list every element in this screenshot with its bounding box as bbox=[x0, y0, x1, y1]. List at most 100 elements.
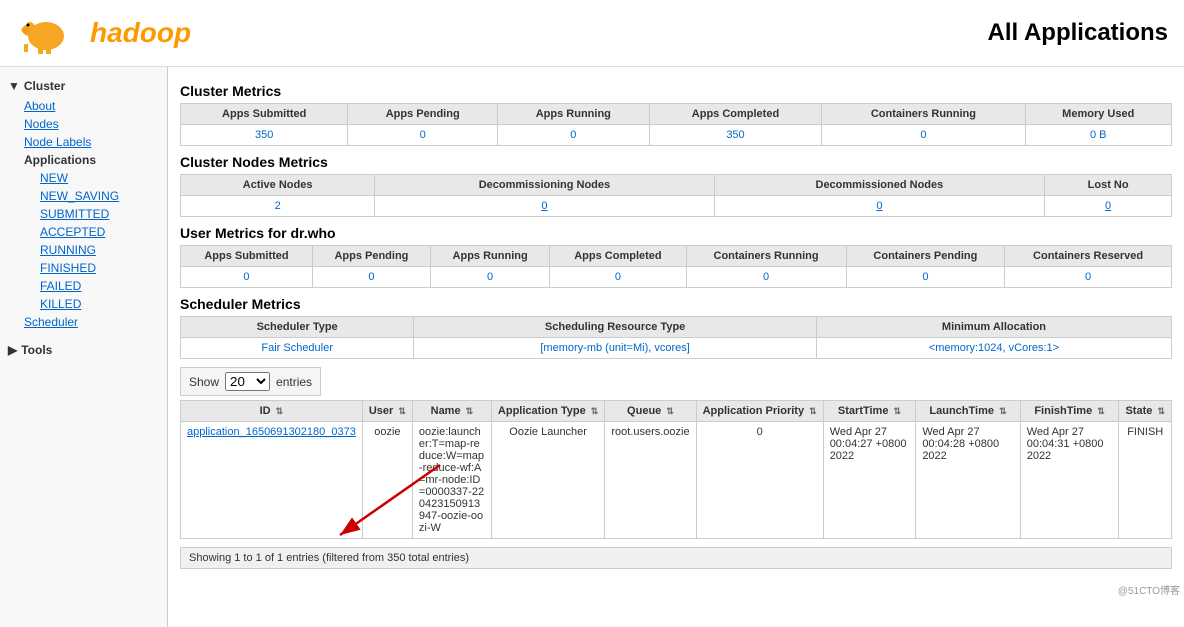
application-id-link[interactable]: application_1650691302180_0373 bbox=[187, 426, 356, 438]
show-entries-row: Show 10 20 25 50 100 entries bbox=[180, 367, 321, 396]
entries-select[interactable]: 10 20 25 50 100 bbox=[225, 372, 270, 391]
sort-icon-type: ⇅ bbox=[591, 406, 599, 417]
sort-icon-name: ⇅ bbox=[466, 406, 474, 417]
content-area: Cluster Metrics Apps Submitted Apps Pend… bbox=[168, 67, 1184, 627]
scheduler-metrics-title: Scheduler Metrics bbox=[180, 296, 1172, 312]
sort-icon-state: ⇅ bbox=[1157, 406, 1165, 417]
sidebar-item-submitted[interactable]: SUBMITTED bbox=[32, 205, 167, 223]
cnm-val-0: 2 bbox=[181, 196, 375, 217]
sm-val-0: Fair Scheduler bbox=[181, 338, 414, 359]
triangle-down-icon: ▼ bbox=[8, 79, 20, 93]
sm-header-2: Minimum Allocation bbox=[816, 317, 1171, 338]
watermark: @51CTO博客 bbox=[1118, 582, 1180, 597]
app-starttime-cell: Wed Apr 27 00:04:27 +0800 2022 bbox=[823, 422, 916, 539]
um-val-2: 0 bbox=[430, 267, 550, 288]
app-launchtime-cell: Wed Apr 27 00:04:28 +0800 2022 bbox=[916, 422, 1020, 539]
sidebar-sub-section: NEW NEW_SAVING SUBMITTED ACCEPTED RUNNIN… bbox=[16, 169, 167, 313]
hadoop-text: hadoop bbox=[90, 17, 191, 49]
show-label: Show bbox=[189, 375, 219, 389]
sm-header-1: Scheduling Resource Type bbox=[414, 317, 817, 338]
footer-status: Showing 1 to 1 of 1 entries (filtered fr… bbox=[180, 547, 1172, 569]
app-queue-cell: root.users.oozie bbox=[605, 422, 696, 539]
header: hadoop All Applications bbox=[0, 0, 1184, 67]
sidebar-section: About Nodes Node Labels Applications NEW… bbox=[0, 97, 167, 331]
cnm-header-0: Active Nodes bbox=[181, 175, 375, 196]
cnm-header-1: Decommissioning Nodes bbox=[375, 175, 714, 196]
sidebar-item-accepted[interactable]: ACCEPTED bbox=[32, 223, 167, 241]
sidebar-item-finished[interactable]: FINISHED bbox=[32, 259, 167, 277]
app-user-cell: oozie bbox=[362, 422, 412, 539]
sidebar-cluster[interactable]: ▼ Cluster bbox=[0, 75, 167, 97]
cm-val-1: 0 bbox=[348, 125, 498, 146]
cluster-nodes-table: Active Nodes Decommissioning Nodes Decom… bbox=[180, 174, 1172, 217]
cm-val-2: 0 bbox=[498, 125, 650, 146]
app-id-cell: application_1650691302180_0373 bbox=[181, 422, 363, 539]
cnm-header-3: Lost No bbox=[1045, 175, 1172, 196]
um-header-1: Apps Pending bbox=[312, 246, 430, 267]
at-header-launchtime[interactable]: LaunchTime ⇅ bbox=[916, 401, 1020, 422]
um-val-6: 0 bbox=[1005, 267, 1172, 288]
cm-header-5: Memory Used bbox=[1025, 104, 1172, 125]
sort-icon-priority: ⇅ bbox=[809, 406, 817, 417]
applications-table-wrapper: ID ⇅ User ⇅ Name ⇅ Application Type bbox=[180, 400, 1172, 539]
cm-val-4: 0 bbox=[822, 125, 1025, 146]
tools-label: Tools bbox=[21, 343, 52, 357]
sm-header-0: Scheduler Type bbox=[181, 317, 414, 338]
app-name-cell: oozie:launcher:T=map-reduce:W=map-reduce… bbox=[412, 422, 491, 539]
um-header-2: Apps Running bbox=[430, 246, 550, 267]
at-header-starttime[interactable]: StartTime ⇅ bbox=[823, 401, 916, 422]
at-header-queue[interactable]: Queue ⇅ bbox=[605, 401, 696, 422]
sidebar-item-killed[interactable]: KILLED bbox=[32, 295, 167, 313]
scheduler-metrics-table: Scheduler Type Scheduling Resource Type … bbox=[180, 316, 1172, 359]
cnm-val-3[interactable]: 0 bbox=[1045, 196, 1172, 217]
at-header-name[interactable]: Name ⇅ bbox=[412, 401, 491, 422]
sidebar-item-failed[interactable]: FAILED bbox=[32, 277, 167, 295]
sort-icon-launchtime: ⇅ bbox=[999, 406, 1007, 417]
um-val-4: 0 bbox=[686, 267, 846, 288]
sidebar-tools[interactable]: ▶ Tools bbox=[0, 339, 167, 361]
sidebar-item-node-labels[interactable]: Node Labels bbox=[16, 133, 167, 151]
cm-val-5: 0 B bbox=[1025, 125, 1172, 146]
cnm-val-1[interactable]: 0 bbox=[375, 196, 714, 217]
cm-header-0: Apps Submitted bbox=[181, 104, 348, 125]
at-header-state[interactable]: State ⇅ bbox=[1119, 401, 1172, 422]
um-val-5: 0 bbox=[846, 267, 1005, 288]
hadoop-logo-icon bbox=[16, 8, 96, 58]
cm-val-3: 350 bbox=[649, 125, 822, 146]
sidebar-item-applications[interactable]: Applications bbox=[16, 151, 167, 169]
cnm-val-2[interactable]: 0 bbox=[714, 196, 1045, 217]
sort-icon-starttime: ⇅ bbox=[894, 406, 902, 417]
at-header-id[interactable]: ID ⇅ bbox=[181, 401, 363, 422]
sort-icon-user: ⇅ bbox=[398, 406, 406, 417]
triangle-right-icon: ▶ bbox=[8, 343, 17, 357]
main-layout: ▼ Cluster About Nodes Node Labels Applic… bbox=[0, 67, 1184, 627]
entries-label: entries bbox=[276, 375, 312, 389]
footer-text: Showing 1 to 1 of 1 entries (filtered fr… bbox=[189, 552, 469, 564]
at-header-user[interactable]: User ⇅ bbox=[362, 401, 412, 422]
cluster-metrics-title: Cluster Metrics bbox=[180, 83, 1172, 99]
cm-header-4: Containers Running bbox=[822, 104, 1025, 125]
applications-table: ID ⇅ User ⇅ Name ⇅ Application Type bbox=[180, 400, 1172, 539]
at-header-finishtime[interactable]: FinishTime ⇅ bbox=[1020, 401, 1119, 422]
sidebar-item-new-saving[interactable]: NEW_SAVING bbox=[32, 187, 167, 205]
cluster-metrics-table: Apps Submitted Apps Pending Apps Running… bbox=[180, 103, 1172, 146]
app-priority-cell: 0 bbox=[696, 422, 823, 539]
um-header-4: Containers Running bbox=[686, 246, 846, 267]
sidebar: ▼ Cluster About Nodes Node Labels Applic… bbox=[0, 67, 168, 627]
sidebar-item-running[interactable]: RUNNING bbox=[32, 241, 167, 259]
user-metrics-title: User Metrics for dr.who bbox=[180, 225, 1172, 241]
sidebar-item-about[interactable]: About bbox=[16, 97, 167, 115]
um-val-1: 0 bbox=[312, 267, 430, 288]
cm-header-1: Apps Pending bbox=[348, 104, 498, 125]
app-state-cell: FINISH bbox=[1119, 422, 1172, 539]
sidebar-item-scheduler[interactable]: Scheduler bbox=[16, 313, 167, 331]
sidebar-item-new[interactable]: NEW bbox=[32, 169, 167, 187]
at-header-type[interactable]: Application Type ⇅ bbox=[491, 401, 604, 422]
at-header-priority[interactable]: Application Priority ⇅ bbox=[696, 401, 823, 422]
sort-icon-id: ⇅ bbox=[276, 406, 284, 417]
sort-icon-finishtime: ⇅ bbox=[1097, 406, 1105, 417]
sort-icon-queue: ⇅ bbox=[666, 406, 674, 417]
um-header-3: Apps Completed bbox=[550, 246, 686, 267]
sidebar-item-nodes[interactable]: Nodes bbox=[16, 115, 167, 133]
app-finishtime-cell: Wed Apr 27 00:04:31 +0800 2022 bbox=[1020, 422, 1119, 539]
